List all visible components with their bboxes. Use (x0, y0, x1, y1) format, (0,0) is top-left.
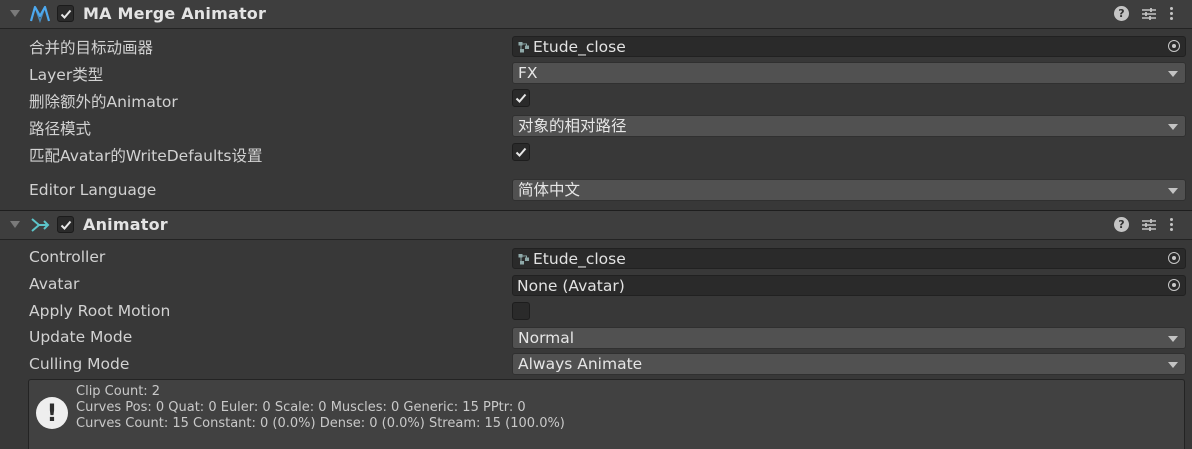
component-enabled-checkbox[interactable] (57, 5, 74, 22)
info-line-curves-pos: Curves Pos: 0 Quat: 0 Euler: 0 Scale: 0 … (76, 400, 526, 415)
object-field-value: None (Avatar) (517, 277, 625, 295)
preset-icon[interactable] (1140, 5, 1158, 23)
foldout-arrow-icon[interactable] (10, 10, 20, 17)
component-header-animator[interactable]: Animator ? (0, 211, 1192, 240)
context-menu-icon[interactable] (1168, 5, 1176, 23)
dropdown-update-mode[interactable]: Normal (512, 327, 1186, 349)
label-path-mode: 路径模式 (29, 120, 92, 138)
object-field-value: Etude_close (533, 250, 626, 268)
label-editor-language: Editor Language (29, 181, 157, 199)
context-menu-icon[interactable] (1168, 216, 1176, 234)
animator-controller-icon (518, 42, 529, 53)
object-field-avatar[interactable]: None (Avatar) (512, 275, 1186, 296)
modular-avatar-icon (29, 5, 51, 24)
label-apply-root-motion: Apply Root Motion (29, 302, 171, 320)
checkmark-icon (60, 9, 72, 19)
dropdown-value: 简体中文 (518, 181, 581, 199)
label-avatar: Avatar (29, 275, 80, 293)
toggle-match-write-defaults[interactable] (512, 143, 530, 161)
animator-icon (31, 218, 50, 232)
dropdown-editor-language[interactable]: 简体中文 (512, 179, 1186, 201)
info-line-curves-count: Curves Count: 15 Constant: 0 (0.0%) Dens… (76, 416, 565, 431)
component-enabled-checkbox[interactable] (57, 216, 74, 233)
dropdown-arrow-icon (1168, 188, 1178, 194)
label-delete-extra-animator: 删除额外的Animator (29, 93, 178, 111)
label-layer-type: Layer类型 (29, 66, 104, 84)
dropdown-arrow-icon (1168, 71, 1178, 77)
dropdown-value: 对象的相对路径 (518, 117, 627, 135)
object-picker-icon[interactable] (1168, 279, 1180, 291)
preset-icon[interactable] (1140, 216, 1158, 234)
label-culling-mode: Culling Mode (29, 355, 130, 373)
dropdown-arrow-icon (1168, 124, 1178, 130)
object-picker-icon[interactable] (1168, 252, 1180, 264)
checkmark-icon (515, 93, 527, 103)
object-field-controller[interactable]: Etude_close (512, 248, 1186, 269)
toggle-delete-extra-animator[interactable] (512, 89, 530, 107)
object-field-merge-target[interactable]: Etude_close (512, 36, 1186, 57)
label-update-mode: Update Mode (29, 328, 133, 346)
object-picker-icon[interactable] (1168, 40, 1180, 52)
dropdown-value: FX (518, 64, 538, 82)
help-icon[interactable]: ? (1114, 6, 1129, 21)
info-line-clip-count: Clip Count: 2 (76, 384, 161, 399)
dropdown-arrow-icon (1168, 362, 1178, 368)
label-merge-target: 合并的目标动画器 (29, 39, 154, 57)
dropdown-arrow-icon (1168, 336, 1178, 342)
component-title: Animator (83, 215, 168, 234)
dropdown-layer-type[interactable]: FX (512, 62, 1186, 84)
checkmark-icon (60, 220, 72, 230)
label-match-write-defaults: 匹配Avatar的WriteDefaults设置 (29, 147, 263, 165)
dropdown-value: Normal (518, 329, 575, 347)
dropdown-value: Always Animate (518, 355, 643, 373)
foldout-arrow-icon[interactable] (10, 221, 20, 228)
animator-controller-icon (518, 254, 529, 265)
toggle-apply-root-motion[interactable] (512, 302, 530, 320)
label-controller: Controller (29, 248, 106, 266)
animator-info-box: ! Clip Count: 2 Curves Pos: 0 Quat: 0 Eu… (28, 379, 1185, 449)
dropdown-culling-mode[interactable]: Always Animate (512, 353, 1186, 375)
dropdown-path-mode[interactable]: 对象的相对路径 (512, 115, 1186, 137)
warning-icon: ! (36, 397, 68, 429)
component-title: MA Merge Animator (83, 4, 267, 23)
help-icon[interactable]: ? (1114, 217, 1129, 232)
checkmark-icon (515, 147, 527, 157)
info-lines: Clip Count: 2 Curves Pos: 0 Quat: 0 Eule… (76, 384, 565, 432)
component-header-ma-merge-animator[interactable]: MA Merge Animator ? (0, 0, 1192, 29)
object-field-value: Etude_close (533, 38, 626, 56)
